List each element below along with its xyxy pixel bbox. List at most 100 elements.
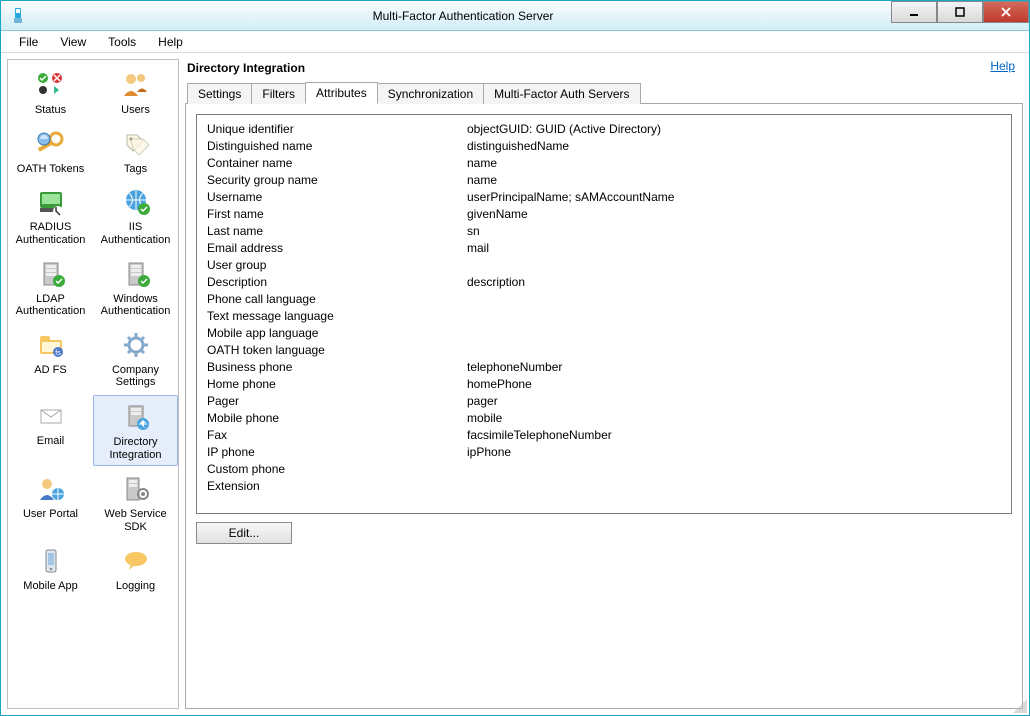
- sidebar-item-adfs[interactable]: fs AD FS: [8, 324, 93, 393]
- sidebar-item-users[interactable]: Users: [93, 64, 178, 121]
- sidebar-item-status[interactable]: Status: [8, 64, 93, 121]
- sidebar-item-logging[interactable]: Logging: [93, 540, 178, 597]
- attribute-row[interactable]: Custom phone: [207, 461, 1001, 478]
- attribute-value: mobile: [467, 410, 1001, 427]
- attribute-row[interactable]: FaxfacsimileTelephoneNumber: [207, 427, 1001, 444]
- sidebar-item-radius-auth[interactable]: RADIUS Authentication: [8, 181, 93, 250]
- attribute-label: OATH token language: [207, 342, 467, 359]
- sidebar-item-label: Email: [37, 435, 65, 448]
- user-globe-icon: [31, 472, 71, 506]
- tab-settings[interactable]: Settings: [187, 83, 252, 104]
- attribute-row[interactable]: First namegivenName: [207, 206, 1001, 223]
- mail-icon: [31, 399, 71, 433]
- tab-mf-servers[interactable]: Multi-Factor Auth Servers: [483, 83, 640, 104]
- attribute-row[interactable]: Email addressmail: [207, 240, 1001, 257]
- key-icon: [31, 127, 71, 161]
- attribute-row[interactable]: Mobile app language: [207, 325, 1001, 342]
- attribute-row[interactable]: Distinguished namedistinguishedName: [207, 138, 1001, 155]
- attribute-row[interactable]: UsernameuserPrincipalName; sAMAccountNam…: [207, 189, 1001, 206]
- sidebar-item-label: Windows Authentication: [95, 293, 176, 318]
- attribute-label: Custom phone: [207, 461, 467, 478]
- attribute-row[interactable]: Pagerpager: [207, 393, 1001, 410]
- server-gear-icon: [116, 472, 156, 506]
- attribute-list[interactable]: Unique identifierobjectGUID: GUID (Activ…: [196, 114, 1012, 514]
- attribute-row[interactable]: Unique identifierobjectGUID: GUID (Activ…: [207, 121, 1001, 138]
- attribute-value: [467, 325, 1001, 342]
- attribute-label: First name: [207, 206, 467, 223]
- attribute-label: Security group name: [207, 172, 467, 189]
- attribute-row[interactable]: Extension: [207, 478, 1001, 495]
- server-icon: [31, 257, 71, 291]
- sidebar-item-web-service-sdk[interactable]: Web Service SDK: [93, 468, 178, 537]
- resize-grip[interactable]: [1013, 699, 1027, 713]
- attribute-label: IP phone: [207, 444, 467, 461]
- menu-view[interactable]: View: [50, 33, 96, 51]
- attribute-row[interactable]: Home phonehomePhone: [207, 376, 1001, 393]
- attribute-value: ipPhone: [467, 444, 1001, 461]
- attribute-label: User group: [207, 257, 467, 274]
- attribute-label: Description: [207, 274, 467, 291]
- menubar: File View Tools Help: [1, 31, 1029, 53]
- sidebar-item-label: Directory Integration: [96, 436, 175, 461]
- sidebar-item-ldap-auth[interactable]: LDAP Authentication: [8, 253, 93, 322]
- sidebar-item-user-portal[interactable]: User Portal: [8, 468, 93, 537]
- attribute-row[interactable]: User group: [207, 257, 1001, 274]
- attribute-value: homePhone: [467, 376, 1001, 393]
- phone-icon: [31, 544, 71, 578]
- attribute-row[interactable]: OATH token language: [207, 342, 1001, 359]
- sidebar-item-oath-tokens[interactable]: OATH Tokens: [8, 123, 93, 180]
- titlebar: Multi-Factor Authentication Server: [1, 1, 1029, 31]
- globe-icon: [116, 185, 156, 219]
- attribute-row[interactable]: Mobile phonemobile: [207, 410, 1001, 427]
- menu-tools[interactable]: Tools: [98, 33, 146, 51]
- app-icon: [7, 5, 29, 27]
- attribute-value: objectGUID: GUID (Active Directory): [467, 121, 1001, 138]
- attribute-value: name: [467, 155, 1001, 172]
- attribute-value: [467, 257, 1001, 274]
- sidebar-item-label: LDAP Authentication: [10, 293, 91, 318]
- menu-help[interactable]: Help: [148, 33, 193, 51]
- attribute-row[interactable]: Last namesn: [207, 223, 1001, 240]
- tab-synchronization[interactable]: Synchronization: [377, 83, 484, 104]
- content-area: Directory Integration Settings Filters A…: [185, 59, 1023, 709]
- client-area: Status Users OATH Tokens: [1, 53, 1029, 715]
- sidebar-item-mobile-app[interactable]: Mobile App: [8, 540, 93, 597]
- attribute-value: [467, 461, 1001, 478]
- attribute-label: Last name: [207, 223, 467, 240]
- sidebar-item-label: Mobile App: [23, 580, 77, 593]
- tab-filters[interactable]: Filters: [251, 83, 306, 104]
- attribute-row[interactable]: Container namename: [207, 155, 1001, 172]
- attribute-value: telephoneNumber: [467, 359, 1001, 376]
- sidebar-item-tags[interactable]: Tags: [93, 123, 178, 180]
- attribute-value: name: [467, 172, 1001, 189]
- attribute-label: Extension: [207, 478, 467, 495]
- menu-file[interactable]: File: [9, 33, 48, 51]
- sidebar-item-windows-auth[interactable]: Windows Authentication: [93, 253, 178, 322]
- attribute-row[interactable]: Phone call language: [207, 291, 1001, 308]
- attribute-value: description: [467, 274, 1001, 291]
- sidebar-item-label: AD FS: [34, 364, 66, 377]
- attribute-row[interactable]: Security group namename: [207, 172, 1001, 189]
- maximize-button[interactable]: [937, 1, 983, 23]
- help-link[interactable]: Help: [990, 59, 1015, 73]
- sidebar-item-label: Web Service SDK: [95, 508, 176, 533]
- sidebar-item-directory-integration[interactable]: Directory Integration: [93, 395, 178, 466]
- sidebar-item-company-settings[interactable]: Company Settings: [93, 324, 178, 393]
- tab-attributes[interactable]: Attributes: [305, 82, 378, 104]
- edit-button[interactable]: Edit...: [196, 522, 292, 544]
- attribute-value: [467, 291, 1001, 308]
- attribute-row[interactable]: Business phonetelephoneNumber: [207, 359, 1001, 376]
- minimize-button[interactable]: [891, 1, 937, 23]
- sidebar-item-label: User Portal: [23, 508, 78, 521]
- window-title: Multi-Factor Authentication Server: [35, 9, 891, 23]
- attribute-row[interactable]: Text message language: [207, 308, 1001, 325]
- app-window: Multi-Factor Authentication Server File …: [0, 0, 1030, 716]
- sidebar-item-email[interactable]: Email: [8, 395, 93, 466]
- sidebar-item-label: Logging: [116, 580, 155, 593]
- close-button[interactable]: [983, 1, 1029, 23]
- sidebar-item-iis-auth[interactable]: IIS Authentication: [93, 181, 178, 250]
- attribute-label: Email address: [207, 240, 467, 257]
- attribute-label: Pager: [207, 393, 467, 410]
- attribute-row[interactable]: IP phoneipPhone: [207, 444, 1001, 461]
- attribute-row[interactable]: Descriptiondescription: [207, 274, 1001, 291]
